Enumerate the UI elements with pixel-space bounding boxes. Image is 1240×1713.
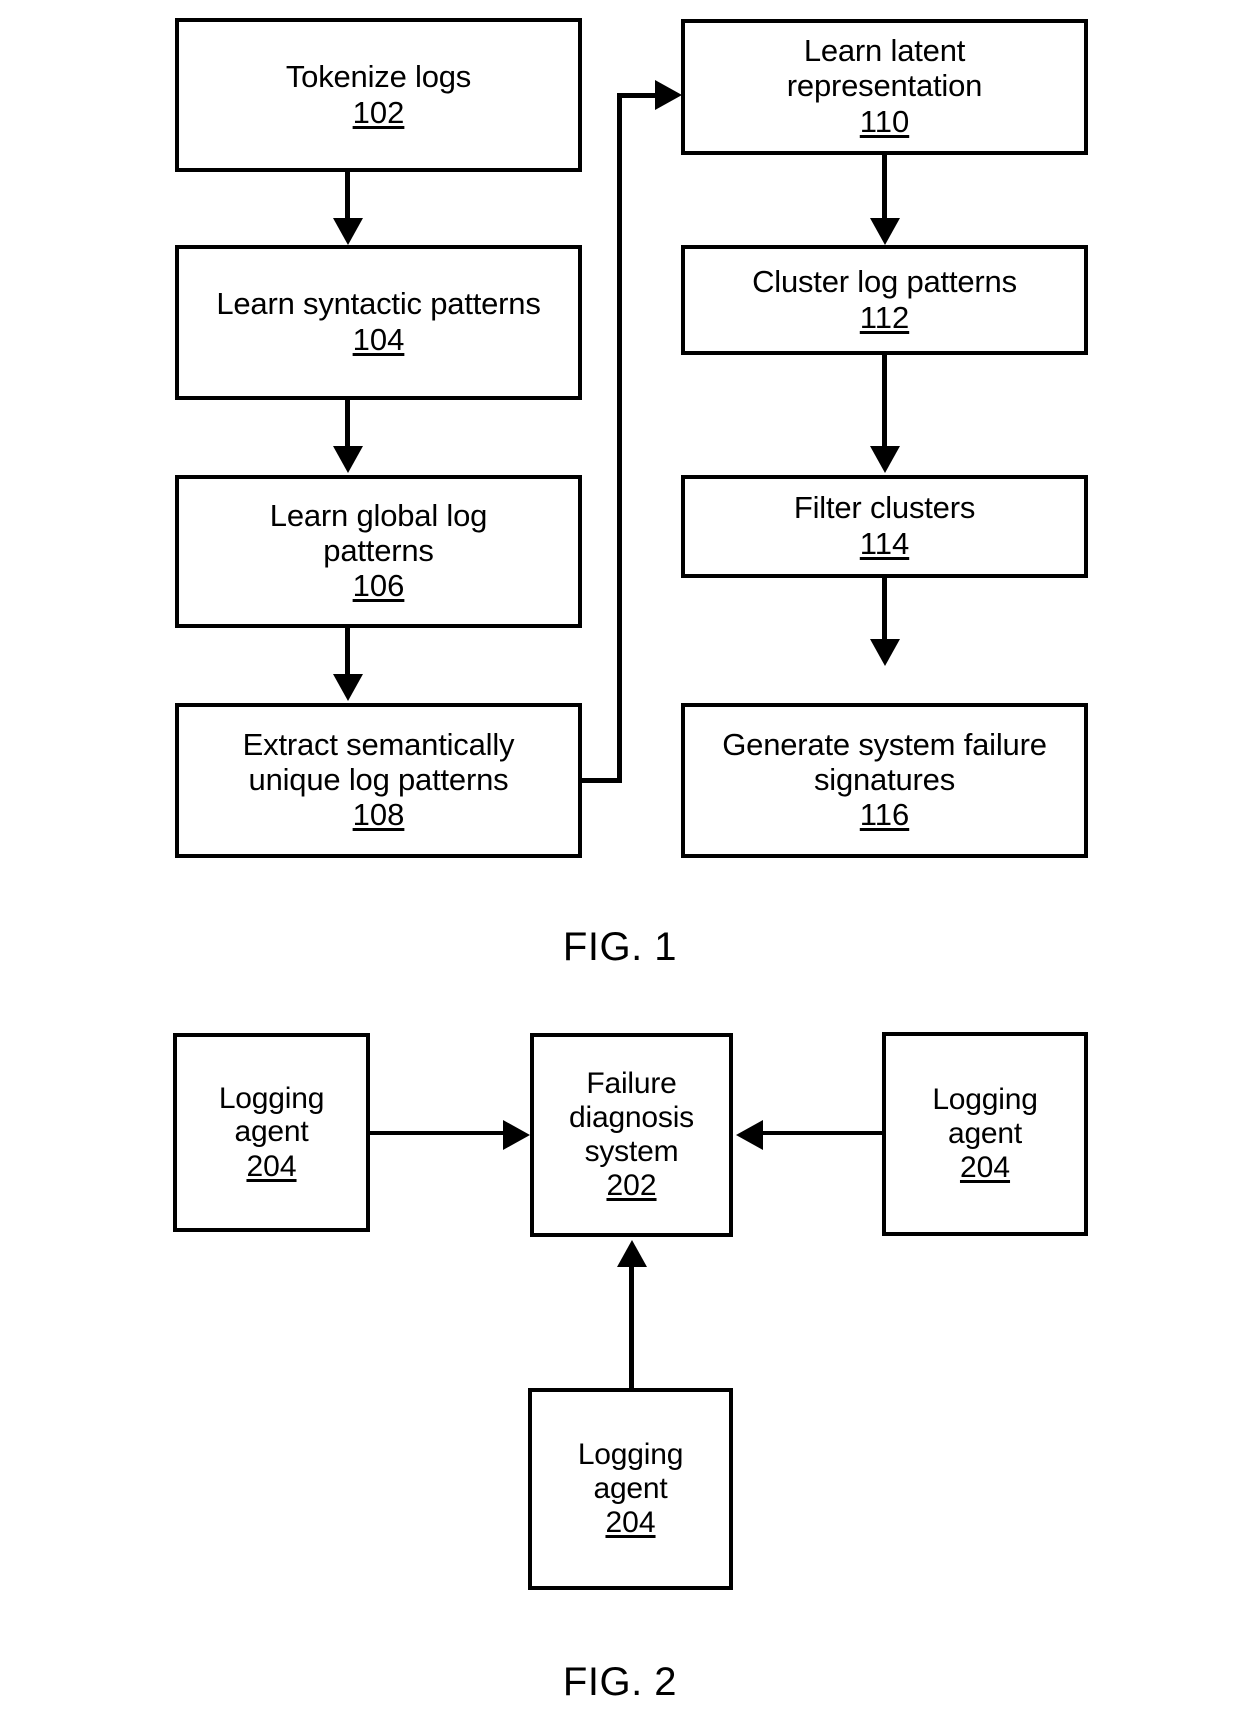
process-node-110: Learn latent representation 110 — [681, 19, 1088, 155]
component-node-logging-agent-left: Logging agent 204 — [173, 1033, 370, 1232]
component-node-logging-agent-bottom-label: Logging agent — [577, 1438, 684, 1505]
process-node-110-ref: 110 — [859, 103, 910, 139]
connector-108-110-segment-up — [617, 93, 622, 781]
process-node-108-label: Extract semantically unique log patterns — [242, 726, 515, 797]
figure-1-caption: FIG. 1 — [562, 925, 678, 969]
component-node-failure-diagnosis-system-label: Failure diagnosis system — [569, 1067, 694, 1168]
connector-agent-right-to-system — [760, 1131, 882, 1135]
arrowhead-110-112 — [870, 218, 900, 245]
arrowhead-108-110 — [655, 80, 682, 110]
process-node-104-ref: 104 — [352, 322, 405, 357]
patent-drawing-sheet: Tokenize logs 102 Learn syntactic patter… — [0, 0, 1240, 1713]
process-node-116: Generate system failure signatures 116 — [681, 703, 1088, 858]
process-node-102: Tokenize logs 102 — [175, 18, 582, 172]
process-node-102-ref: 102 — [352, 94, 405, 130]
process-node-104-label: Learn syntactic patterns — [216, 286, 541, 322]
process-node-106: Learn global log patterns 106 — [175, 475, 582, 628]
connector-110-112 — [882, 155, 887, 223]
process-node-104: Learn syntactic patterns 104 — [175, 245, 582, 400]
connector-104-106 — [345, 400, 350, 452]
component-node-logging-agent-right-label: Logging agent — [932, 1083, 1038, 1150]
connector-108-110-segment-right — [578, 778, 622, 783]
component-node-logging-agent-right: Logging agent 204 — [882, 1032, 1088, 1236]
component-node-failure-diagnosis-system-ref: 202 — [606, 1169, 657, 1203]
component-node-logging-agent-bottom-ref: 204 — [605, 1506, 656, 1540]
process-node-112: Cluster log patterns 112 — [681, 245, 1088, 355]
connector-112-114 — [882, 355, 887, 452]
arrowhead-106-108 — [333, 674, 363, 701]
process-node-114-label: Filter clusters — [793, 490, 976, 526]
process-node-116-ref: 116 — [859, 797, 910, 833]
process-node-110-label: Learn latent representation — [786, 33, 983, 104]
arrowhead-agent-bottom-to-system — [617, 1240, 647, 1267]
process-node-108-ref: 108 — [352, 797, 405, 833]
connector-102-104 — [345, 172, 350, 224]
arrowhead-102-104 — [333, 218, 363, 245]
arrowhead-agent-right-to-system — [736, 1120, 763, 1150]
process-node-112-label: Cluster log patterns — [752, 263, 1017, 299]
arrowhead-104-106 — [333, 446, 363, 473]
arrowhead-114-116 — [870, 639, 900, 666]
component-node-failure-diagnosis-system: Failure diagnosis system 202 — [530, 1033, 733, 1237]
connector-106-108 — [345, 628, 350, 680]
arrowhead-agent-left-to-system — [503, 1120, 530, 1150]
process-node-114-ref: 114 — [859, 526, 910, 561]
connector-agent-bottom-to-system — [629, 1265, 634, 1388]
process-node-102-label: Tokenize logs — [285, 58, 472, 94]
process-node-112-ref: 112 — [859, 299, 910, 335]
figure-2-caption: FIG. 2 — [562, 1660, 678, 1704]
process-node-116-label: Generate system failure signatures — [722, 726, 1047, 797]
component-node-logging-agent-bottom: Logging agent 204 — [528, 1388, 733, 1590]
process-node-106-ref: 106 — [352, 568, 405, 604]
component-node-logging-agent-left-ref: 204 — [246, 1149, 297, 1183]
process-node-114: Filter clusters 114 — [681, 475, 1088, 578]
connector-114-116 — [882, 578, 887, 645]
connector-agent-left-to-system — [370, 1131, 504, 1135]
arrowhead-112-114 — [870, 446, 900, 473]
component-node-logging-agent-right-ref: 204 — [959, 1151, 1011, 1185]
component-node-logging-agent-left-label: Logging agent — [218, 1081, 325, 1149]
process-node-108: Extract semantically unique log patterns… — [175, 703, 582, 858]
process-node-106-label: Learn global log patterns — [269, 497, 488, 568]
